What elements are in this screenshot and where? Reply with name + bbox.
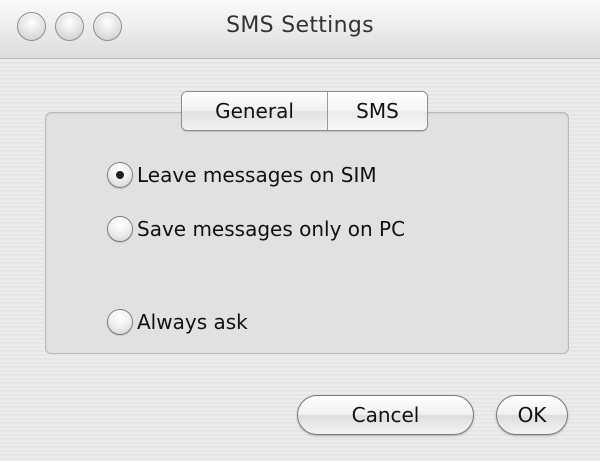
- sms-settings-window: SMS Settings General SMS Leave messages …: [0, 0, 600, 461]
- radio-button[interactable]: [107, 309, 133, 335]
- ok-button[interactable]: OK: [496, 395, 568, 435]
- tab-bar: General SMS: [181, 91, 428, 131]
- title-bar[interactable]: SMS Settings: [0, 0, 600, 59]
- tab-general[interactable]: General: [182, 92, 328, 130]
- option-label: Always ask: [137, 310, 248, 334]
- radio-button-checked[interactable]: [107, 162, 133, 188]
- option-save-on-pc[interactable]: Save messages only on PC: [107, 214, 405, 244]
- option-leave-on-sim[interactable]: Leave messages on SIM: [107, 160, 377, 190]
- tab-sms[interactable]: SMS: [328, 92, 427, 130]
- option-label: Leave messages on SIM: [137, 163, 377, 187]
- option-label: Save messages only on PC: [137, 217, 406, 241]
- option-always-ask[interactable]: Always ask: [107, 307, 248, 337]
- cancel-button[interactable]: Cancel: [297, 395, 474, 435]
- radio-dot-icon: [116, 171, 124, 179]
- radio-button[interactable]: [107, 216, 133, 242]
- window-title: SMS Settings: [226, 13, 374, 38]
